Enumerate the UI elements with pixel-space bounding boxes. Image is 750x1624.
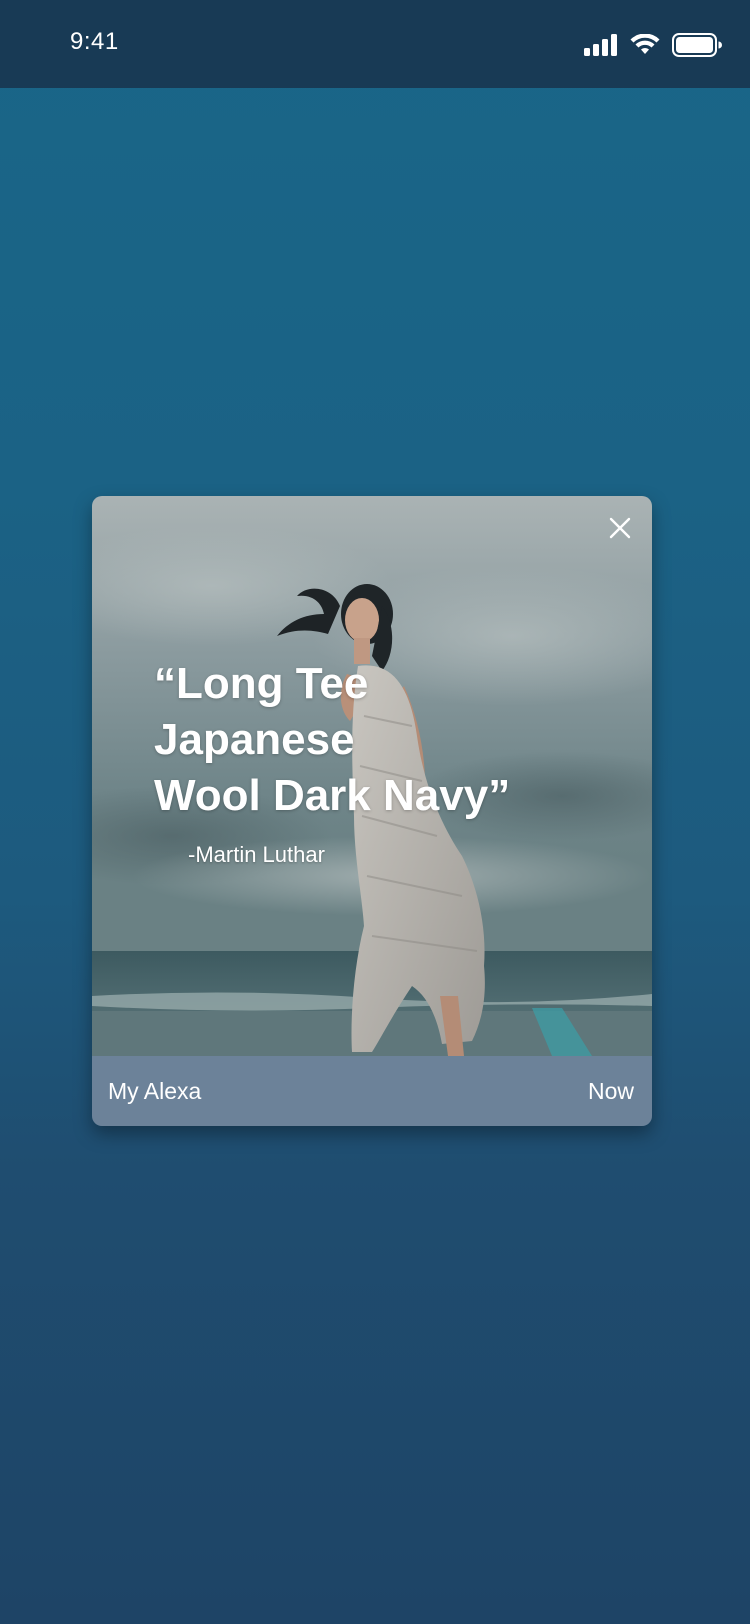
notification-image: “Long Tee Japanese Wool Dark Navy” -Mart… xyxy=(92,496,652,1056)
wifi-icon xyxy=(630,32,660,61)
battery-icon xyxy=(672,32,722,62)
status-time: 9:41 xyxy=(70,28,119,55)
status-bar: 9:41 xyxy=(0,0,750,88)
notification-footer: My Alexa Now xyxy=(92,1056,652,1126)
quote-line: Wool Dark Navy” xyxy=(154,771,511,820)
quote-line: Japanese xyxy=(154,715,355,764)
quote-text: “Long Tee Japanese Wool Dark Navy” xyxy=(154,656,624,824)
close-button[interactable] xyxy=(600,508,640,548)
quote-line: “Long Tee xyxy=(154,659,369,708)
notification-card[interactable]: “Long Tee Japanese Wool Dark Navy” -Mart… xyxy=(92,496,652,1126)
quote-author: -Martin Luthar xyxy=(188,842,325,867)
app-name: My Alexa xyxy=(108,1077,202,1104)
notification-timestamp: Now xyxy=(587,1077,634,1104)
close-icon xyxy=(609,517,631,539)
status-icons xyxy=(584,32,722,62)
cellular-signal-icon xyxy=(584,33,618,61)
